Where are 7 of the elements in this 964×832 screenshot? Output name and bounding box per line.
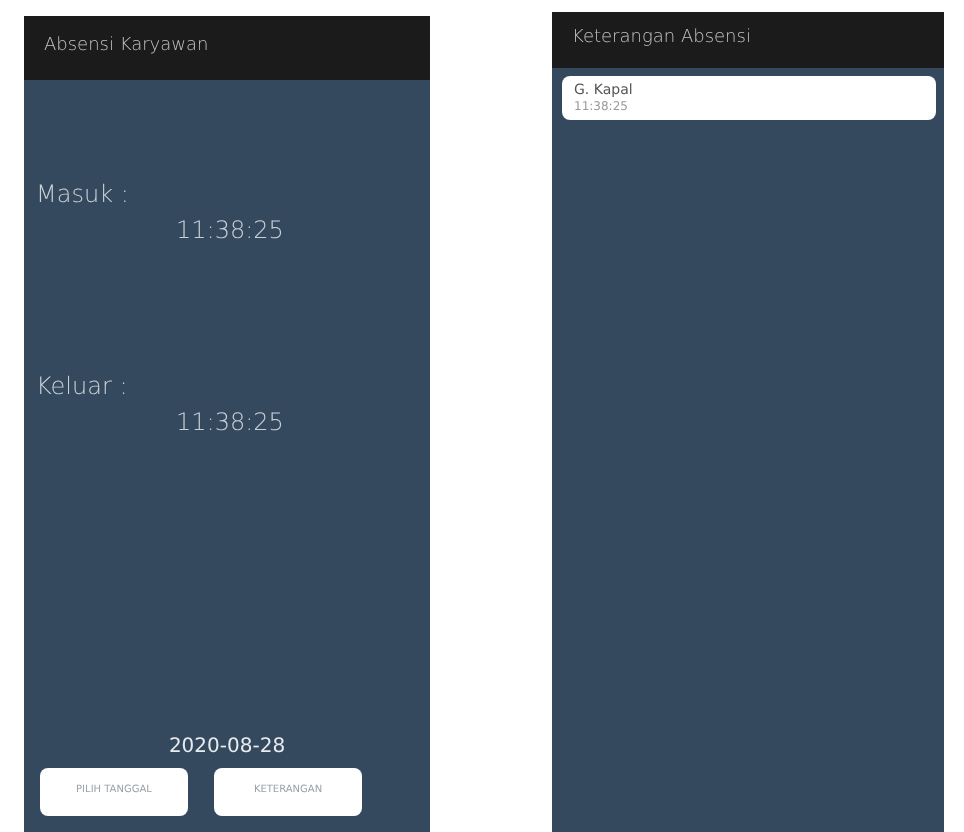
- field-label: Keluar :: [34, 370, 130, 404]
- app-title: Absensi Karyawan: [44, 34, 209, 61]
- date-text: 2020-08-28: [166, 734, 288, 762]
- time-text: 11:38:25: [174, 214, 286, 248]
- field-label: Masuk :: [34, 178, 131, 212]
- time-text: 11:38:25: [174, 406, 286, 440]
- app-title: Keterangan Absensi: [572, 26, 751, 53]
